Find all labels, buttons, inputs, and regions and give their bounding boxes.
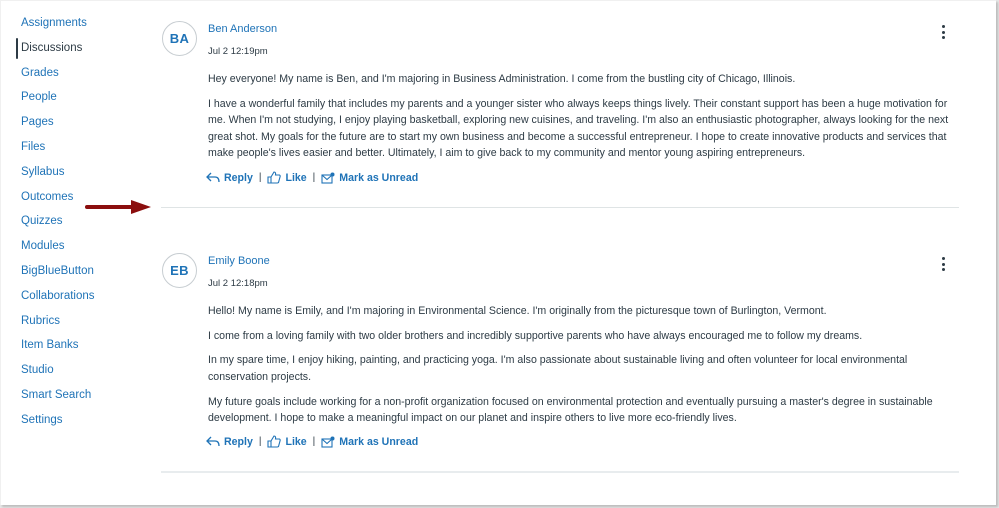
mail-unread-icon [321,436,335,448]
sidebar-item-syllabus[interactable]: Syllabus [1,160,151,185]
sidebar-item-discussions[interactable]: Discussions [1,36,151,61]
sidebar-item-people[interactable]: People [1,85,151,110]
post-paragraph: Hello! My name is Emily, and I'm majorin… [208,305,827,317]
like-label: Like [285,435,307,448]
reply-label: Reply [224,171,253,184]
like-button[interactable]: Like [267,435,307,448]
sidebar-item-collaborations[interactable]: Collaborations [1,284,151,309]
course-navigation: Assignments Discussions Grades People Pa… [1,11,151,433]
thumbs-up-icon [267,435,282,448]
sidebar-item-settings[interactable]: Settings [1,408,151,433]
post-paragraph: Hey everyone! My name is Ben, and I'm ma… [208,73,796,85]
sidebar-item-rubrics[interactable]: Rubrics [1,309,151,334]
more-options-icon[interactable] [935,23,951,41]
post-paragraph: My future goals include working for a no… [208,395,933,425]
author-name[interactable]: Emily Boone [208,255,270,267]
mark-as-unread-label: Mark as Unread [339,171,419,184]
reply-button[interactable]: Reply [206,172,253,184]
sidebar-item-pages[interactable]: Pages [1,110,151,135]
more-options-icon[interactable] [935,255,951,273]
page-frame: Assignments Discussions Grades People Pa… [0,0,996,505]
separator: | [312,172,316,183]
avatar[interactable]: BA [162,21,197,56]
sidebar-item-studio[interactable]: Studio [1,358,151,383]
reply-icon [206,436,220,447]
sidebar-item-item-banks[interactable]: Item Banks [1,333,151,358]
post-paragraph: I come from a loving family with two old… [208,329,863,342]
separator: | [312,436,316,447]
mark-as-unread-label: Mark as Unread [339,435,419,448]
mark-as-unread-button[interactable]: Mark as Unread [321,436,418,448]
separator: | [258,436,262,447]
sidebar-item-grades[interactable]: Grades [1,61,151,86]
sidebar-item-modules[interactable]: Modules [1,234,151,259]
reply-icon [206,172,220,183]
avatar[interactable]: EB [162,253,197,288]
thumbs-up-icon [267,171,282,184]
sidebar-item-files[interactable]: Files [1,135,151,160]
reply-label: Reply [224,435,253,448]
post-paragraph: I have a wonderful family that includes … [208,97,949,160]
reply-button[interactable]: Reply [206,436,253,448]
sidebar-item-bigbluebutton[interactable]: BigBlueButton [1,259,151,284]
post-body: Hello! My name is Emily, and I'm majorin… [208,303,958,435]
arrow-right-icon [85,200,151,214]
post-actions: Reply | Like | Mark as Unread [206,171,418,184]
like-button[interactable]: Like [267,171,307,184]
mark-as-unread-button[interactable]: Mark as Unread [321,172,418,184]
like-label: Like [285,171,307,184]
post-timestamp: Jul 2 12:18pm [208,278,268,289]
entry-divider [161,471,959,473]
post-actions: Reply | Like | Mark as Unread [206,435,418,448]
mail-unread-icon [321,172,335,184]
entry-divider [161,207,959,208]
sidebar-item-assignments[interactable]: Assignments [1,11,151,36]
sidebar-item-smart-search[interactable]: Smart Search [1,383,151,408]
post-timestamp: Jul 2 12:19pm [208,46,268,57]
post-paragraph: In my spare time, I enjoy hiking, painti… [208,354,908,383]
author-name[interactable]: Ben Anderson [208,23,277,35]
post-body: Hey everyone! My name is Ben, and I'm ma… [208,71,958,170]
separator: | [258,172,262,183]
